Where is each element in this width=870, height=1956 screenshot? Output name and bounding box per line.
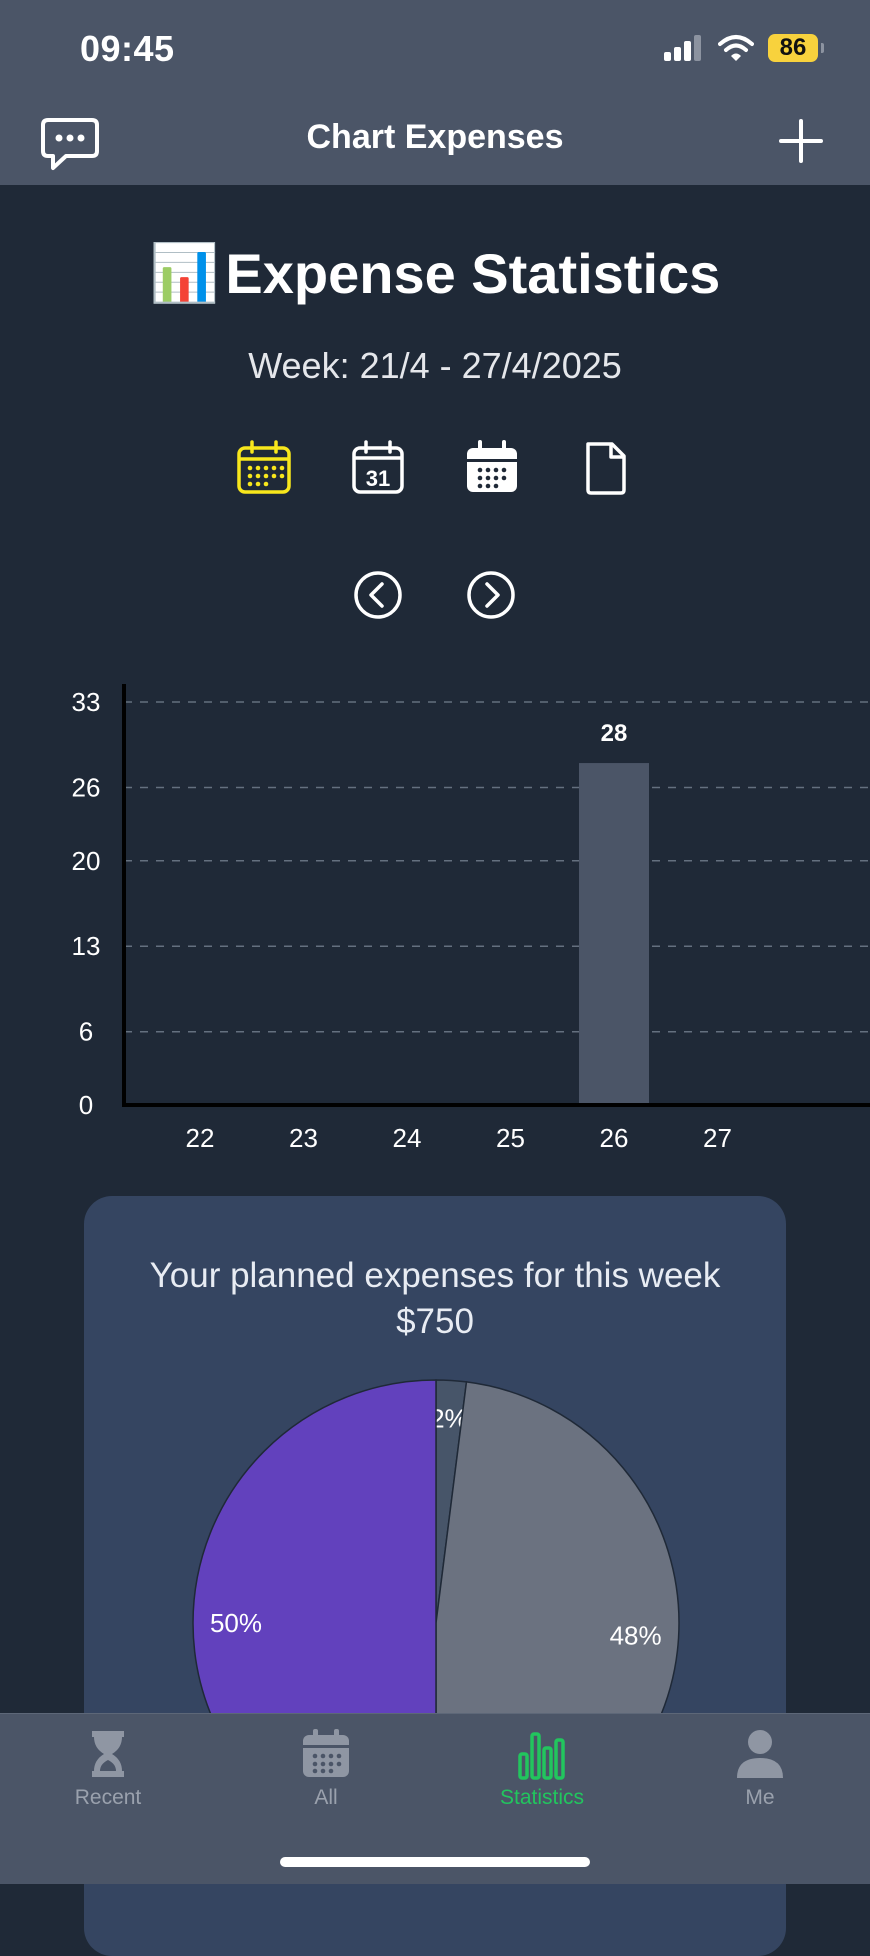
pie-slice-label: 48% (610, 1621, 662, 1651)
tab-all[interactable]: All (236, 1728, 416, 1810)
battery-indicator: 86 (768, 34, 824, 62)
person-icon (737, 1730, 783, 1778)
y-tick-label: 20 (72, 846, 101, 876)
bar-chart-icon (518, 1732, 565, 1780)
week-label: Week: 21/4 - 27/4/2025 (248, 345, 622, 386)
next-icon[interactable] (466, 570, 516, 620)
year-calendar-icon[interactable] (464, 440, 520, 496)
tab-label: Recent (74, 1786, 142, 1809)
page-title-text: Expense Statistics (225, 241, 721, 305)
planned-expenses-label: Your planned expenses for this week (149, 1256, 721, 1295)
y-tick-label: 33 (72, 687, 101, 717)
add-icon[interactable] (778, 118, 824, 164)
y-tick-label: 13 (72, 931, 101, 961)
bar-chart-emoji: 📊 (149, 241, 220, 304)
bar-26 (579, 763, 649, 1105)
weekly-bar-chart: 0 6 13 20 26 33 22 23 24 25 28 26 27 (72, 684, 870, 1153)
x-tick-label: 24 (393, 1123, 422, 1153)
bar-data-label: 28 (601, 720, 628, 747)
x-tick-label: 27 (703, 1123, 732, 1153)
tab-label: Me (745, 1786, 775, 1809)
x-tick-label: 25 (496, 1123, 525, 1153)
home-indicator (280, 1857, 590, 1867)
tab-recent[interactable]: Recent (18, 1728, 198, 1810)
y-tick-label: 6 (79, 1017, 93, 1047)
y-tick-label: 0 (79, 1090, 93, 1120)
status-indicators: 86 (664, 34, 824, 62)
header-title: Chart Expenses (306, 118, 564, 156)
page-title: 📊 Expense Statistics (0, 240, 870, 306)
status-time: 09:45 (80, 28, 175, 69)
tab-me[interactable]: Me (670, 1728, 850, 1810)
calendar-icon (303, 1729, 349, 1777)
tab-statistics[interactable]: Statistics (452, 1728, 632, 1810)
x-tick-label: 23 (289, 1123, 318, 1153)
planned-expenses-text: Your planned expenses for this week $750 (104, 1253, 766, 1345)
wifi-icon (718, 35, 754, 61)
cellular-signal-icon (664, 35, 701, 61)
document-icon[interactable] (578, 440, 634, 496)
pie-slice-label: 50% (210, 1608, 262, 1638)
week-calendar-icon[interactable] (236, 440, 292, 496)
x-tick-label: 22 (186, 1123, 215, 1153)
planned-expenses-amount: $750 (396, 1302, 474, 1341)
tab-label: All (314, 1786, 338, 1809)
month-calendar-icon[interactable]: 31 (350, 440, 406, 496)
svg-text:31: 31 (366, 466, 390, 491)
x-tick-label: 26 (600, 1123, 629, 1153)
y-tick-label: 26 (72, 772, 101, 802)
tab-label: Statistics (499, 1786, 585, 1809)
previous-icon[interactable] (353, 570, 403, 620)
hourglass-icon (92, 1731, 124, 1777)
